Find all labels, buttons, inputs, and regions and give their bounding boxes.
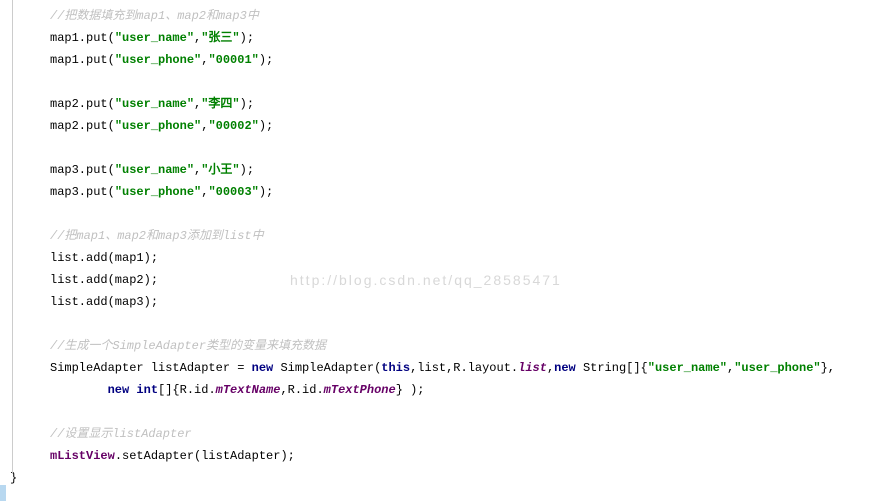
code-line: map3.put("user_name","小王");	[50, 159, 879, 181]
code-line: //设置显示listAdapter	[50, 423, 879, 445]
code-line: //把map1、map2和map3添加到list中	[50, 225, 879, 247]
code-line: list.add(map2);http://blog.csdn.net/qq_2…	[50, 269, 879, 291]
code-line	[50, 313, 879, 335]
code-line: map3.put("user_phone","00003");	[50, 181, 879, 203]
comment: //设置显示listAdapter	[50, 427, 192, 441]
code-line: //把数据填充到map1、map2和map3中	[50, 5, 879, 27]
code-line: SimpleAdapter listAdapter = new SimpleAd…	[50, 357, 879, 379]
code-line: new int[]{R.id.mTextName,R.id.mTextPhone…	[50, 379, 879, 401]
code-line	[50, 401, 879, 423]
code-line: list.add(map3);	[50, 291, 879, 313]
code-line: mListView.setAdapter(listAdapter);	[50, 445, 879, 467]
watermark-text: http://blog.csdn.net/qq_28585471	[290, 269, 562, 291]
indent-guide	[12, 0, 13, 474]
comment: //把map1、map2和map3添加到list中	[50, 229, 264, 243]
code-line	[50, 71, 879, 93]
code-line: map1.put("user_name","张三");	[50, 27, 879, 49]
cursor-highlight	[0, 485, 6, 501]
code-line: //生成一个SimpleAdapter类型的变量来填充数据	[50, 335, 879, 357]
code-line: map2.put("user_phone","00002");	[50, 115, 879, 137]
code-line	[50, 137, 879, 159]
comment: //把数据填充到map1、map2和map3中	[50, 9, 259, 23]
code-line: }	[10, 467, 879, 489]
code-line	[50, 203, 879, 225]
code-editor-content[interactable]: //把数据填充到map1、map2和map3中 map1.put("user_n…	[0, 0, 879, 494]
comment: //生成一个SimpleAdapter类型的变量来填充数据	[50, 339, 326, 353]
code-line: map1.put("user_phone","00001");	[50, 49, 879, 71]
code-line: map2.put("user_name","李四");	[50, 93, 879, 115]
code-line: list.add(map1);	[50, 247, 879, 269]
